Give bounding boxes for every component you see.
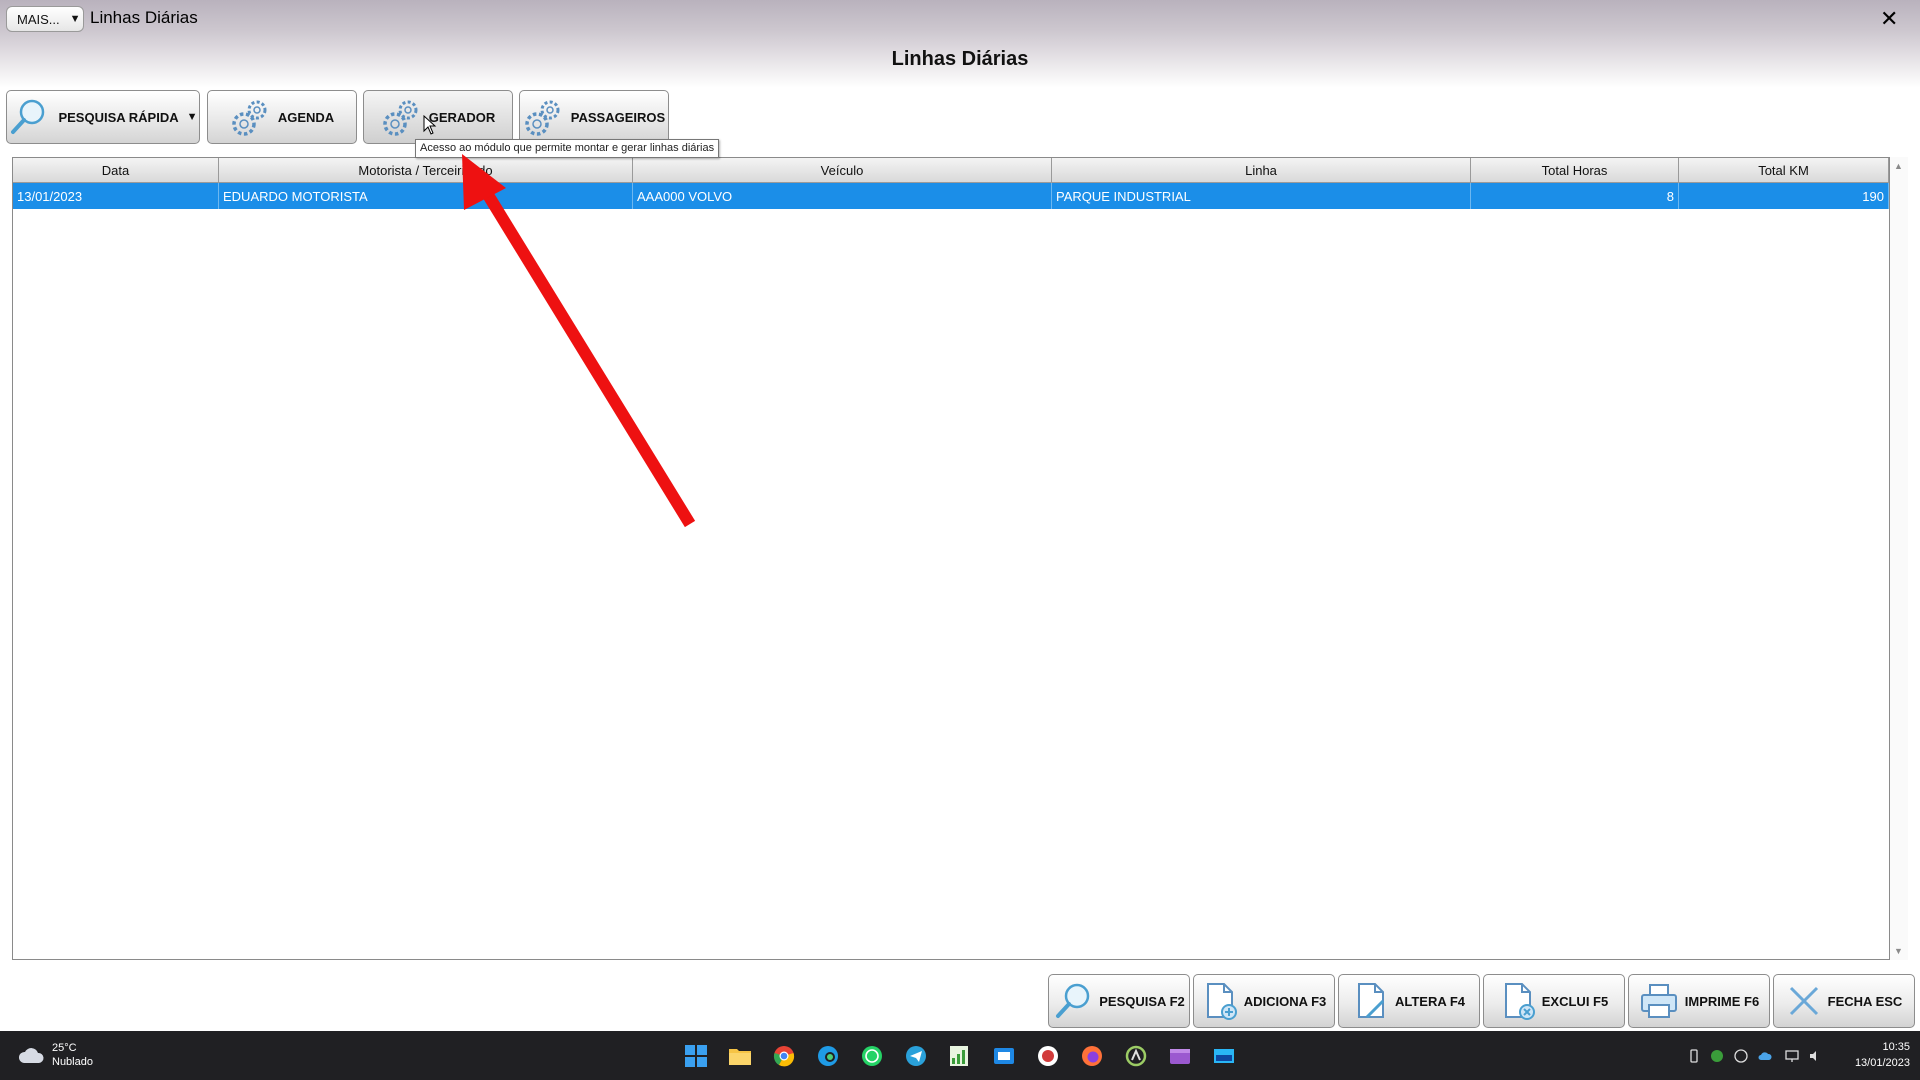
weather-description: Nublado (52, 1056, 93, 1068)
mouse-cursor-icon (423, 115, 437, 135)
gerador-label: GERADOR (428, 109, 496, 125)
data-grid[interactable] (12, 157, 1890, 960)
delete-document-icon (1504, 983, 1535, 1020)
search-f2-button[interactable]: PESQUISA F2 (1048, 974, 1190, 1028)
cell-total-horas[interactable]: 8 (1471, 183, 1679, 209)
scroll-up-icon[interactable]: ▲ (1894, 161, 1903, 171)
agenda-label: AGENDA (277, 109, 335, 125)
quick-search-label: PESQUISA RÁPIDA (58, 109, 179, 125)
cloud-sync-icon[interactable] (1758, 1049, 1772, 1063)
page-title: Linhas Diárias (891, 48, 1029, 70)
column-header-data[interactable]: Data (13, 158, 219, 183)
passageiros-button[interactable]: PASSAGEIROS (519, 90, 669, 144)
firefox-icon[interactable] (1079, 1043, 1105, 1069)
video-editor-icon[interactable] (1167, 1043, 1193, 1069)
close-icon[interactable]: ✕ (1880, 6, 1898, 32)
delete-f5-button[interactable]: EXCLUI F5 (1483, 974, 1625, 1028)
chrome-icon[interactable] (771, 1043, 797, 1069)
system-clock[interactable]: 10:35 13/01/2023 (1838, 1039, 1910, 1071)
edit-document-icon (1357, 983, 1385, 1019)
cell-linha[interactable]: PARQUE INDUSTRIAL (1052, 183, 1471, 209)
start-icon[interactable] (683, 1043, 709, 1069)
weather-temperature: 25°C (52, 1042, 77, 1054)
more-button-label: MAIS... (17, 11, 60, 27)
vertical-scrollbar[interactable]: ▲ ▼ (1890, 157, 1908, 960)
window-app-icon[interactable] (1211, 1043, 1237, 1069)
dropdown-arrow-icon[interactable]: ▼ (187, 111, 198, 123)
cell-total-km[interactable]: 190 (1679, 183, 1889, 209)
clock-date: 13/01/2023 (1854, 1057, 1910, 1069)
print-f6-button[interactable]: IMPRIME F6 (1628, 974, 1770, 1028)
network-icon[interactable] (1785, 1049, 1799, 1063)
add-document-icon (1206, 983, 1237, 1020)
magnifier-icon (1056, 983, 1090, 1018)
gerador-button[interactable]: GERADOR (363, 90, 513, 144)
security-icon[interactable] (1710, 1049, 1724, 1063)
cell-data[interactable]: 13/01/2023 (13, 183, 219, 209)
add-f3-button[interactable]: ADICIONA F3 (1193, 974, 1335, 1028)
grid-header: Data Motorista / Terceirizado Veículo Li… (13, 158, 1889, 183)
clock-time: 10:35 (1882, 1041, 1910, 1053)
add-f3-label: ADICIONA F3 (1243, 993, 1327, 1009)
cloud-icon (18, 1048, 44, 1063)
steam-icon[interactable] (1734, 1049, 1748, 1063)
close-esc-button[interactable]: FECHA ESC (1773, 974, 1915, 1028)
gears-icon (232, 100, 267, 136)
table-row[interactable]: 13/01/2023 EDUARDO MOTORISTA AAA000 VOLV… (13, 183, 1889, 209)
file-explorer-icon[interactable] (727, 1043, 753, 1069)
usb-icon[interactable] (1687, 1049, 1701, 1063)
erp-app-icon[interactable] (1123, 1043, 1149, 1069)
scroll-down-icon[interactable]: ▼ (1894, 946, 1903, 956)
column-header-total-horas[interactable]: Total Horas (1471, 158, 1679, 183)
app-icon[interactable] (1035, 1043, 1061, 1069)
delete-f5-label: EXCLUI F5 (1541, 993, 1609, 1009)
gears-icon (525, 100, 560, 136)
title-bar (0, 0, 1920, 88)
printer-icon (1640, 984, 1677, 1018)
edit-f4-label: ALTERA F4 (1394, 993, 1466, 1009)
edge-icon[interactable] (815, 1043, 841, 1069)
column-header-linha[interactable]: Linha (1052, 158, 1471, 183)
agenda-button[interactable]: AGENDA (207, 90, 357, 144)
window-title: Linhas Diárias (90, 8, 198, 27)
passageiros-label: PASSAGEIROS (570, 109, 666, 125)
gears-icon (383, 100, 418, 136)
close-icon (1789, 986, 1818, 1016)
spreadsheet-icon[interactable] (946, 1043, 972, 1069)
telegram-icon[interactable] (903, 1043, 929, 1069)
magnifier-icon (11, 99, 45, 134)
whatsapp-icon[interactable] (859, 1043, 885, 1069)
close-esc-label: FECHA ESC (1827, 993, 1903, 1009)
caret-down-icon: ▼ (69, 13, 81, 25)
more-button[interactable]: MAIS... ▼ (6, 6, 84, 32)
quick-search-button[interactable]: PESQUISA RÁPIDA ▼ (6, 90, 200, 144)
annotation-arrow-icon (462, 154, 696, 528)
remote-app-icon[interactable] (991, 1043, 1017, 1069)
search-f2-label: PESQUISA F2 (1099, 993, 1185, 1009)
volume-icon[interactable] (1808, 1049, 1822, 1063)
weather-widget[interactable]: 25°C Nublado (18, 1041, 93, 1069)
print-f6-label: IMPRIME F6 (1684, 993, 1760, 1009)
column-header-total-km[interactable]: Total KM (1679, 158, 1889, 183)
edit-f4-button[interactable]: ALTERA F4 (1338, 974, 1480, 1028)
